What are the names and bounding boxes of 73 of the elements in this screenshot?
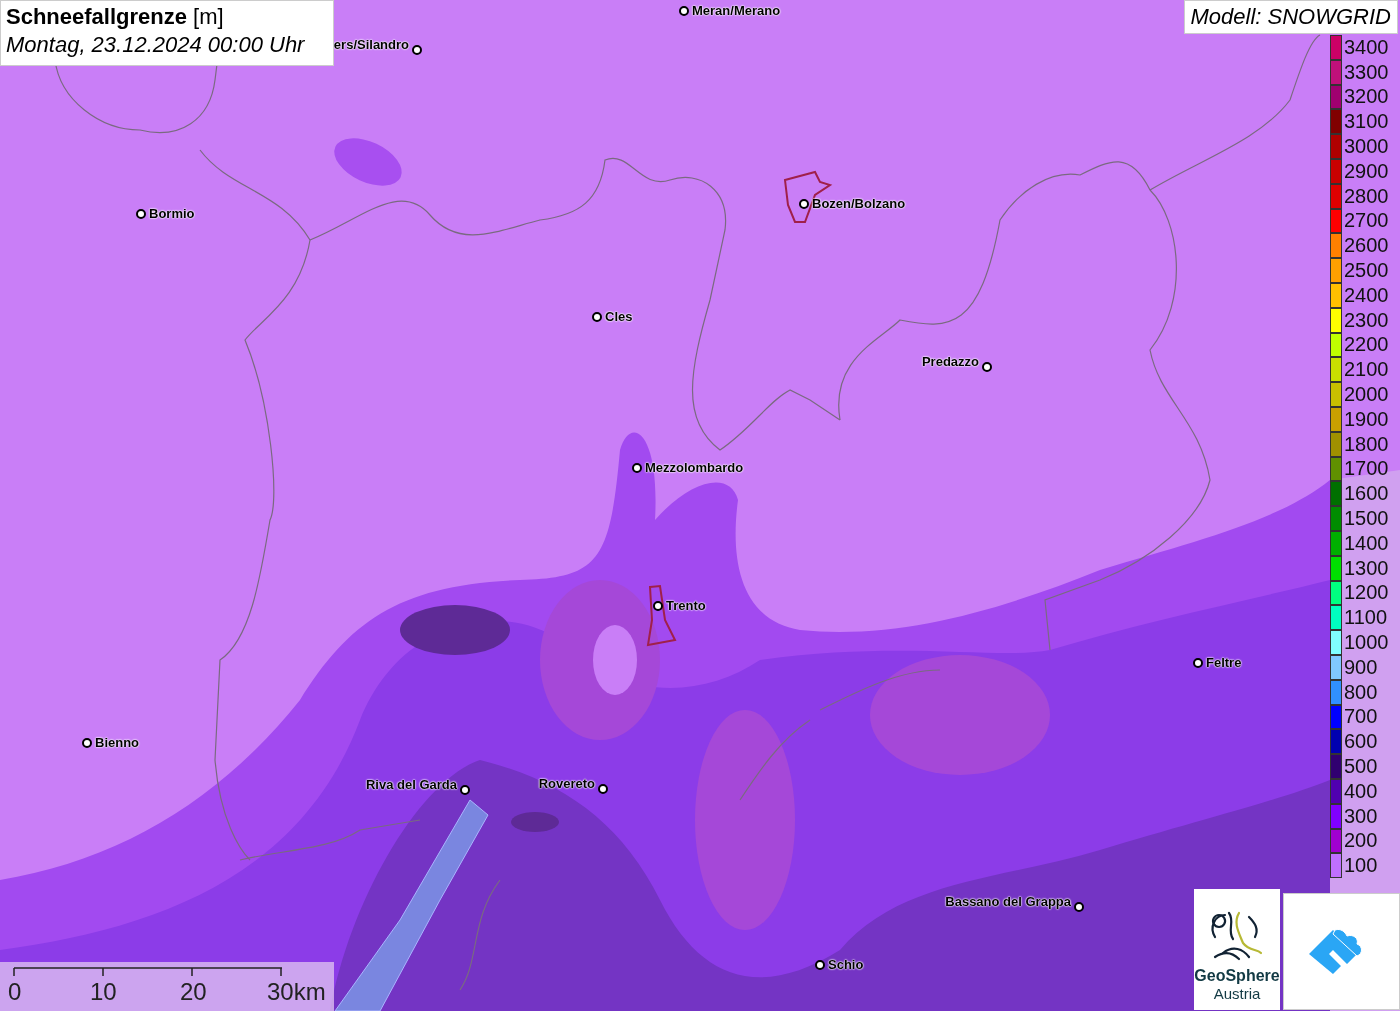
legend-label: 1500 — [1344, 507, 1389, 531]
legend-label: 1400 — [1344, 531, 1389, 555]
legend-label: 3400 — [1344, 35, 1389, 59]
legend-label: 2000 — [1344, 383, 1389, 407]
contour-lines-icon — [1209, 909, 1265, 961]
legend-label: 3300 — [1344, 60, 1389, 84]
city-marker-icon — [1193, 657, 1203, 668]
legend-label: 2400 — [1344, 283, 1389, 307]
legend-label: 100 — [1344, 854, 1378, 878]
legend-label: 1300 — [1344, 556, 1389, 580]
legend-label: 200 — [1344, 829, 1378, 853]
legend-label: 800 — [1344, 680, 1378, 704]
city-marker-icon — [1074, 902, 1084, 912]
city-marker-icon — [632, 462, 642, 473]
legend-label: 3000 — [1344, 135, 1389, 159]
legend-label: 3200 — [1344, 85, 1389, 109]
city-marker-icon — [815, 959, 825, 970]
map-title: Schneefallgrenze [m] — [6, 4, 225, 30]
legend-label: 2100 — [1344, 358, 1389, 382]
legend-label: 3100 — [1344, 110, 1389, 134]
city-label: Schio — [828, 957, 864, 972]
legend-label: 1800 — [1344, 432, 1389, 456]
forecast-datetime: Montag, 23.12.2024 00:00 Uhr — [6, 32, 306, 58]
scale-label: 10 — [90, 980, 117, 1004]
legend-label: 2200 — [1344, 333, 1389, 357]
city-marker-icon — [982, 362, 992, 372]
legend-label: 2700 — [1344, 209, 1389, 233]
legend-label: 500 — [1344, 755, 1378, 778]
legend-label: 400 — [1344, 779, 1378, 803]
city-label: Meran/Merano — [692, 3, 781, 18]
legend-label: 1700 — [1344, 457, 1389, 481]
legend-label: 1900 — [1344, 407, 1389, 431]
city-marker-icon — [679, 5, 689, 16]
scale-label: 20 — [180, 980, 207, 1004]
city-marker-icon — [598, 784, 608, 794]
city-marker-icon — [592, 311, 602, 322]
legend-label: 700 — [1344, 705, 1378, 729]
city-marker-icon — [799, 198, 809, 209]
legend-label: 2500 — [1344, 259, 1389, 283]
legend-label: 2300 — [1344, 308, 1389, 332]
logo-subtitle: Austria — [1213, 985, 1261, 1002]
scale-label: 30km — [267, 980, 326, 1004]
city-label: Bozen/Bolzano — [812, 196, 906, 211]
city-marker-icon — [136, 208, 146, 219]
city-label: Cles — [605, 309, 633, 324]
legend-label: 900 — [1344, 655, 1378, 679]
legend-label: 1000 — [1344, 631, 1389, 654]
city-label: Feltre — [1206, 655, 1242, 670]
scale-bar-icon — [13, 966, 283, 978]
legend-label: 2800 — [1344, 184, 1389, 208]
city-marker-icon — [653, 600, 663, 611]
city-label: Bassano del Grappa — [945, 893, 1071, 909]
legend-label: 1100 — [1344, 606, 1387, 630]
legend-label: 2600 — [1344, 234, 1389, 258]
legend-label: 600 — [1344, 730, 1378, 754]
city-label: Bienno — [95, 735, 140, 750]
legend-label: 2900 — [1344, 159, 1389, 183]
legend-label: 1200 — [1344, 581, 1389, 605]
city-label: Predazzo — [921, 353, 979, 369]
legend-label: 300 — [1344, 804, 1378, 828]
city-marker-icon — [460, 785, 470, 795]
legend-label: 1600 — [1344, 482, 1389, 506]
city-label: Bormio — [149, 206, 195, 221]
scale-label: 0 — [8, 980, 22, 1004]
logo-wordmark: GeoSphere — [1194, 967, 1280, 985]
city-label: ers/Silandro — [333, 36, 409, 52]
city-label: Riva del Garda — [365, 776, 457, 792]
city-label: Rovereto — [538, 775, 595, 791]
city-marker-icon — [412, 45, 422, 55]
model-label: Modell: SNOWGRID — [1183, 0, 1398, 34]
city-marker-icon — [82, 737, 92, 748]
city-label: Trento — [666, 598, 706, 613]
city-label: Mezzolombardo — [645, 460, 744, 475]
